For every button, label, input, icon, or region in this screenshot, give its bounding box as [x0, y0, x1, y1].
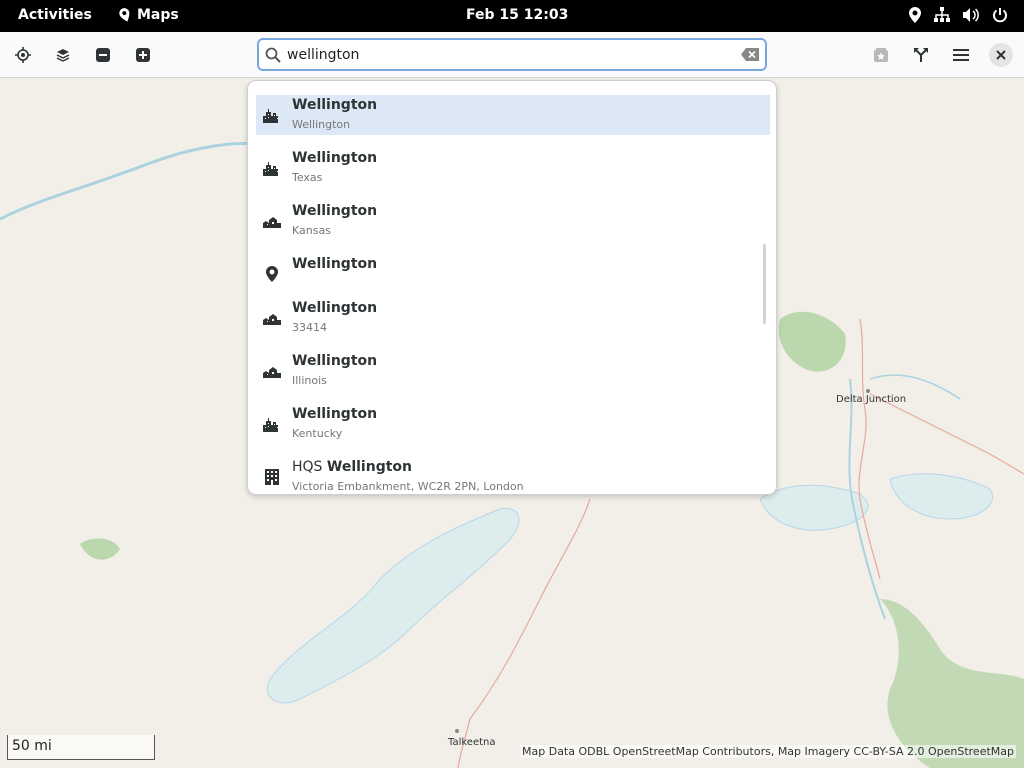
scale-bar: 50 mi — [7, 735, 155, 760]
zoom-out-button[interactable] — [88, 40, 118, 70]
town-icon — [262, 211, 282, 231]
result-subtitle: Illinois — [292, 374, 327, 387]
road — [858, 318, 881, 580]
search-input[interactable] — [287, 44, 727, 66]
result-title: Wellington — [292, 150, 378, 166]
town-icon — [262, 361, 282, 381]
search-result-item[interactable]: Wellington 33414 — [256, 298, 770, 338]
volume-icon — [963, 8, 979, 22]
close-button[interactable] — [986, 40, 1016, 70]
city-icon — [262, 414, 282, 434]
system-tray[interactable] — [908, 7, 1008, 23]
result-subtitle: Kentucky — [292, 427, 343, 440]
result-title: Wellington — [292, 203, 378, 219]
search-result-item[interactable]: HQS Wellington Victoria Embankment, WC2R… — [256, 457, 770, 494]
search-icon — [265, 47, 281, 63]
search-result-item[interactable]: Wellington Kentucky — [256, 404, 770, 444]
glacier-area — [889, 473, 993, 520]
town-marker — [866, 389, 870, 393]
maps-icon — [119, 8, 130, 22]
app-menu[interactable]: Maps — [117, 7, 179, 23]
result-subtitle: Texas — [292, 171, 323, 184]
city-icon — [262, 105, 282, 125]
top-bar: Activities Maps Feb 15 12:03 — [0, 0, 1024, 32]
zoom-in-icon — [136, 48, 150, 62]
favorites-icon — [874, 48, 888, 62]
forest-area — [80, 538, 120, 560]
result-subtitle: 33414 — [292, 321, 327, 334]
search-results-popover: Wellington Wellington Wellington Texas W… — [247, 80, 777, 495]
location-icon — [909, 7, 921, 23]
city-icon — [262, 158, 282, 178]
favorites-button[interactable] — [866, 40, 896, 70]
town-icon — [262, 308, 282, 328]
result-subtitle: Kansas — [292, 224, 331, 237]
result-subtitle: Victoria Embankment, WC2R 2PN, London — [292, 480, 524, 493]
result-title: Wellington — [292, 406, 378, 422]
road — [869, 393, 1024, 475]
result-subtitle: Wellington — [292, 118, 351, 131]
menu-icon — [953, 49, 969, 61]
town-marker — [455, 729, 459, 733]
locate-button[interactable] — [8, 40, 38, 70]
search-result-item[interactable]: Wellington Illinois — [256, 351, 770, 391]
building-icon — [262, 467, 282, 487]
header-bar — [0, 32, 1024, 78]
forest-area — [778, 311, 846, 372]
main-menu-button[interactable] — [946, 40, 976, 70]
search-result-item[interactable]: Wellington Kansas — [256, 201, 770, 241]
layers-icon — [56, 49, 70, 62]
glacier-area — [266, 507, 520, 704]
zoom-in-button[interactable] — [128, 40, 158, 70]
search-result-item[interactable]: Wellington — [256, 254, 770, 294]
power-icon — [993, 8, 1007, 23]
route-icon — [914, 48, 928, 62]
result-title: HQS Wellington — [292, 459, 412, 475]
network-icon — [934, 7, 950, 22]
clock[interactable]: Feb 15 12:03 — [466, 7, 568, 23]
layers-button[interactable] — [48, 40, 78, 70]
place-label-talkeetna: Talkeetna — [448, 737, 496, 748]
place-label-delta-junction: Delta Junction — [836, 394, 907, 405]
clear-search-icon[interactable] — [741, 48, 759, 61]
search-field[interactable] — [257, 38, 767, 71]
pin-icon — [262, 264, 282, 284]
search-result-item[interactable]: Wellington Wellington — [256, 95, 770, 135]
result-title: Wellington — [292, 300, 378, 316]
search-result-item[interactable]: Wellington Texas — [256, 148, 770, 188]
activities-button[interactable]: Activities — [18, 7, 92, 23]
route-button[interactable] — [906, 40, 936, 70]
result-title: Wellington — [292, 97, 378, 113]
close-icon — [989, 43, 1013, 67]
zoom-out-icon — [96, 48, 110, 62]
result-title: Wellington — [292, 353, 378, 369]
forest-area — [880, 599, 1024, 768]
locate-icon — [15, 47, 31, 63]
result-title: Wellington — [292, 256, 378, 272]
app-name: Maps — [137, 7, 179, 23]
map-attribution: Map Data ODBL OpenStreetMap Contributors… — [520, 745, 1016, 758]
